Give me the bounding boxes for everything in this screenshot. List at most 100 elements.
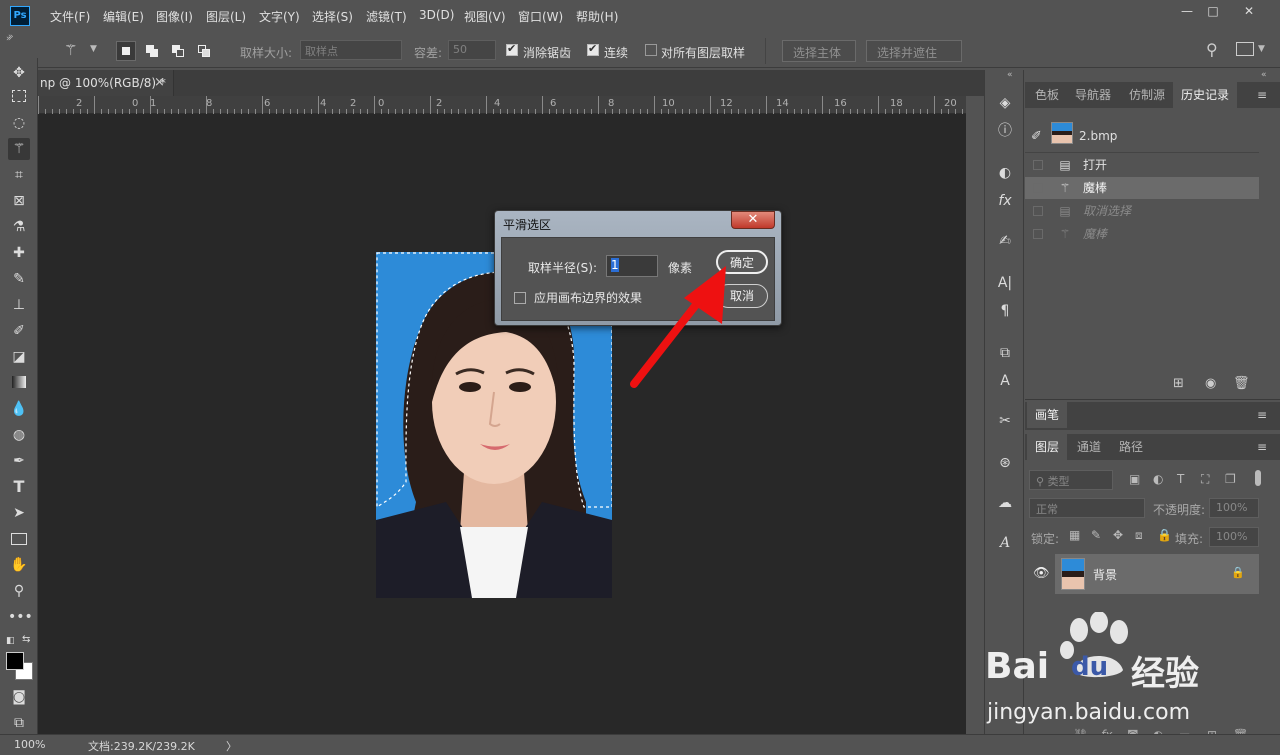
- history-checkbox[interactable]: [1033, 183, 1043, 193]
- tab-swatches[interactable]: 色板: [1027, 82, 1067, 108]
- default-colors-icon[interactable]: ◧: [6, 636, 15, 646]
- layer-row[interactable]: 背景 🔒: [1055, 554, 1259, 594]
- menu-filter[interactable]: 滤镜(T): [366, 8, 407, 25]
- filter-toggle[interactable]: [1255, 470, 1261, 486]
- lasso-tool-icon[interactable]: ◌: [8, 112, 30, 134]
- menu-help[interactable]: 帮助(H): [576, 8, 618, 25]
- history-item[interactable]: ⚚ 魔棒: [1025, 223, 1259, 245]
- foreground-color-swatch[interactable]: [6, 652, 24, 670]
- filter-smart-object-icon[interactable]: ❐: [1225, 472, 1236, 486]
- fill-input[interactable]: 100%: [1209, 527, 1259, 547]
- sample-all-layers-checkbox[interactable]: [645, 44, 657, 56]
- workspace-chevron-icon[interactable]: ▼: [1258, 44, 1265, 54]
- layer-filter-select[interactable]: ⚲ 类型: [1029, 470, 1113, 490]
- adjustments-icon[interactable]: ◐: [994, 162, 1016, 184]
- panel-menu-icon[interactable]: ≡: [1257, 88, 1267, 102]
- history-item[interactable]: ▤ 取消选择: [1025, 200, 1259, 222]
- select-subject-button[interactable]: 选择主体: [782, 40, 856, 62]
- properties-icon[interactable]: ⊛: [994, 452, 1016, 474]
- tab-brush[interactable]: 画笔: [1027, 402, 1068, 428]
- history-brush-source-icon[interactable]: ✐: [1031, 126, 1042, 148]
- tab-history[interactable]: 历史记录: [1173, 82, 1238, 108]
- eraser-tool-icon[interactable]: ◪: [8, 346, 30, 368]
- lock-pixels-icon[interactable]: ✎: [1091, 528, 1101, 542]
- layers-panel-menu-icon[interactable]: ≡: [1257, 440, 1267, 454]
- zoom-level[interactable]: 100%: [14, 738, 45, 751]
- visibility-eye-icon[interactable]: 👁: [1033, 566, 1050, 581]
- character-icon[interactable]: A|: [994, 272, 1016, 294]
- document-tab[interactable]: np @ 100%(RGB/8) * ×: [38, 70, 174, 96]
- clone-stamp-tool-icon[interactable]: ⊥: [8, 294, 30, 316]
- workspace-icon[interactable]: [1236, 42, 1254, 56]
- new-document-from-state-icon[interactable]: ⊞: [1173, 376, 1184, 391]
- blend-mode-select[interactable]: 正常: [1029, 498, 1145, 518]
- gradient-tool-icon[interactable]: [8, 372, 30, 394]
- dialog-close-button[interactable]: ✕: [731, 211, 775, 229]
- blur-tool-icon[interactable]: 💧: [8, 398, 30, 420]
- opacity-input[interactable]: 100%: [1209, 498, 1259, 518]
- menu-layer[interactable]: 图层(L): [206, 8, 246, 25]
- contiguous-checkbox[interactable]: [587, 42, 599, 56]
- antialias-checkbox[interactable]: [506, 42, 518, 56]
- subtract-selection-icon[interactable]: [168, 41, 188, 61]
- document-tab-close-icon[interactable]: ×: [154, 75, 165, 90]
- tab-layers[interactable]: 图层: [1027, 434, 1068, 460]
- tab-paths[interactable]: 路径: [1111, 434, 1151, 460]
- history-brush-tool-icon[interactable]: ✐: [8, 320, 30, 342]
- snapshot-camera-icon[interactable]: ◉: [1205, 376, 1216, 391]
- tab-navigator[interactable]: 导航器: [1067, 82, 1119, 108]
- sample-size-select[interactable]: 取样点: [300, 40, 402, 60]
- paragraph-styles-icon[interactable]: ⧉: [994, 342, 1016, 364]
- column-collapse-icon[interactable]: «: [1007, 70, 1013, 80]
- history-snapshot[interactable]: ✐ 2.bmp: [1025, 120, 1259, 148]
- swap-colors-icon[interactable]: ⇆: [22, 634, 30, 645]
- pen-tool-icon[interactable]: ✒: [8, 450, 30, 472]
- libraries-icon[interactable]: ☁: [994, 492, 1016, 514]
- history-item[interactable]: ⚚ 魔棒: [1025, 177, 1259, 199]
- new-selection-icon[interactable]: [116, 41, 136, 61]
- brush-settings-icon[interactable]: ✍: [994, 230, 1016, 252]
- select-and-mask-button[interactable]: 选择并遮住 ...: [866, 40, 962, 75]
- menu-window[interactable]: 窗口(W): [518, 8, 563, 25]
- toolbar-collapse-icon[interactable]: »: [6, 34, 12, 44]
- history-checkbox[interactable]: [1033, 229, 1043, 239]
- filter-shape-icon[interactable]: ⛶: [1201, 472, 1209, 487]
- screen-mode-icon[interactable]: ⧉: [8, 712, 30, 734]
- 3d-icon[interactable]: ◈: [994, 92, 1016, 114]
- lock-transparent-icon[interactable]: ▦: [1069, 528, 1080, 542]
- brush-tool-icon[interactable]: ✎: [8, 268, 30, 290]
- brush-panel-menu-icon[interactable]: ≡: [1257, 408, 1267, 422]
- type-tool-icon[interactable]: T: [8, 476, 30, 498]
- history-checkbox[interactable]: [1033, 206, 1043, 216]
- search-icon[interactable]: ⚲: [1206, 40, 1218, 59]
- menu-type[interactable]: 文字(Y): [259, 8, 300, 25]
- history-checkbox[interactable]: [1033, 160, 1043, 170]
- filter-adjustment-icon[interactable]: ◐: [1153, 472, 1163, 486]
- rectangle-tool-icon[interactable]: [8, 528, 30, 550]
- lock-all-icon[interactable]: 🔒: [1157, 528, 1172, 542]
- history-item[interactable]: ▤ 打开: [1025, 154, 1259, 176]
- menu-edit[interactable]: 编辑(E): [103, 8, 144, 25]
- status-menu-arrow-icon[interactable]: 〉: [226, 738, 237, 754]
- hand-tool-icon[interactable]: ✋: [8, 554, 30, 576]
- marquee-tool-icon[interactable]: [8, 86, 30, 108]
- intersect-selection-icon[interactable]: [194, 41, 214, 61]
- menu-3d[interactable]: 3D(D): [419, 8, 454, 22]
- menu-image[interactable]: 图像(I): [156, 8, 193, 25]
- menu-view[interactable]: 视图(V): [464, 8, 506, 25]
- frame-tool-icon[interactable]: ⊠: [8, 190, 30, 212]
- delete-icon[interactable]: 🗑: [1233, 376, 1250, 391]
- styles-fx-icon[interactable]: fx: [994, 190, 1016, 212]
- magic-wand-tool-icon[interactable]: ⚚: [8, 138, 30, 160]
- filter-pixel-icon[interactable]: ▣: [1129, 472, 1140, 486]
- character-styles-icon[interactable]: A: [994, 370, 1016, 392]
- path-selection-tool-icon[interactable]: ➤: [8, 502, 30, 524]
- healing-brush-tool-icon[interactable]: ✚: [8, 242, 30, 264]
- lock-artboard-icon[interactable]: ⧈: [1135, 528, 1143, 543]
- chevron-down-icon[interactable]: ▼: [90, 44, 97, 54]
- tab-channels[interactable]: 通道: [1069, 434, 1109, 460]
- paragraph-icon[interactable]: ¶: [994, 300, 1016, 322]
- zoom-tool-icon[interactable]: ⚲: [8, 580, 30, 602]
- crop-tool-icon[interactable]: ⌗: [8, 164, 30, 186]
- restore-button[interactable]: □: [1200, 2, 1226, 20]
